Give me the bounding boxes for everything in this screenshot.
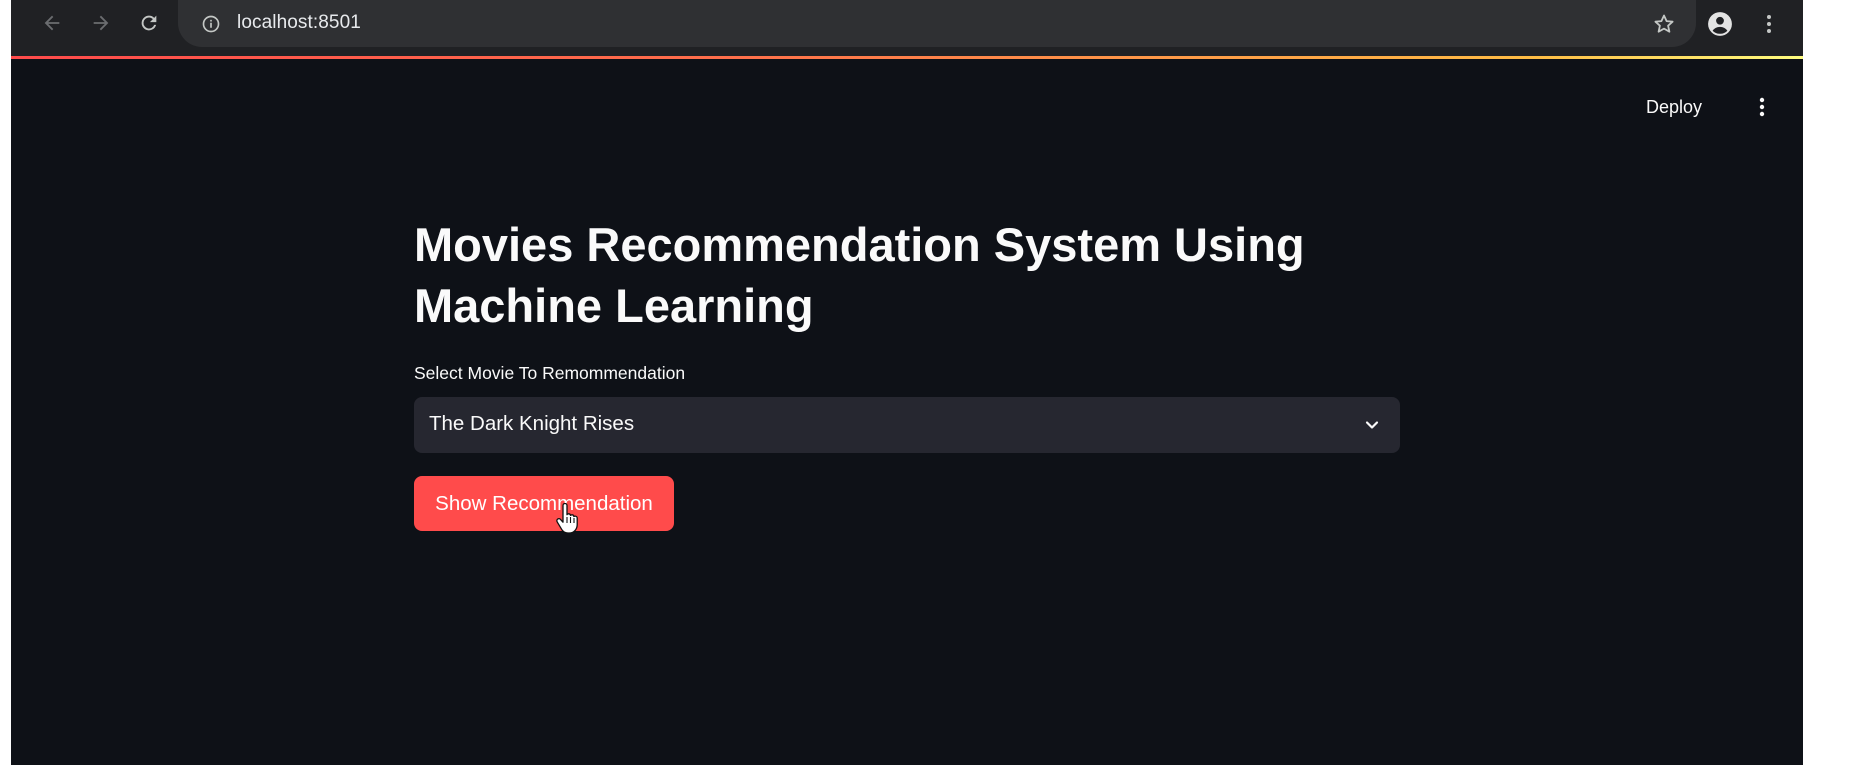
show-recommendation-button[interactable]: Show Recommendation <box>414 476 674 531</box>
address-bar[interactable]: localhost:8501 <box>178 0 1696 47</box>
browser-menu-button[interactable] <box>1752 7 1786 41</box>
profile-button[interactable] <box>1703 7 1737 41</box>
site-info-button[interactable] <box>198 11 224 37</box>
selected-movie: The Dark Knight Rises <box>429 412 635 435</box>
more-vert-icon <box>1759 97 1765 117</box>
arrow-left-icon <box>44 15 60 31</box>
screen: localhost:8501 Deploy Movies Recommendat… <box>0 0 1849 765</box>
browser-toolbar: localhost:8501 <box>11 0 1803 56</box>
back-button[interactable] <box>35 6 69 40</box>
forward-button[interactable] <box>84 6 118 40</box>
reload-button[interactable] <box>132 6 166 40</box>
arrow-right-icon <box>93 15 109 31</box>
star-icon <box>1654 14 1674 33</box>
streamlit-decoration-bar <box>11 56 1803 59</box>
reload-icon <box>141 15 157 31</box>
browser-window: localhost:8501 Deploy Movies Recommendat… <box>11 0 1803 765</box>
app-menu-button[interactable] <box>1746 91 1778 123</box>
bookmark-button[interactable] <box>1650 10 1678 38</box>
select-label: Select Movie To Remommendation <box>414 363 686 383</box>
url-text: localhost:8501 <box>237 12 361 33</box>
chevron-down-icon <box>1360 413 1384 437</box>
account-icon <box>1708 12 1732 36</box>
info-icon <box>202 15 220 33</box>
deploy-button[interactable]: Deploy <box>1642 91 1706 123</box>
more-vert-icon <box>1767 15 1771 33</box>
page-title: Movies Recommendation System Using Machi… <box>414 218 1305 332</box>
movie-selectbox[interactable]: The Dark Knight Rises <box>414 397 1400 453</box>
